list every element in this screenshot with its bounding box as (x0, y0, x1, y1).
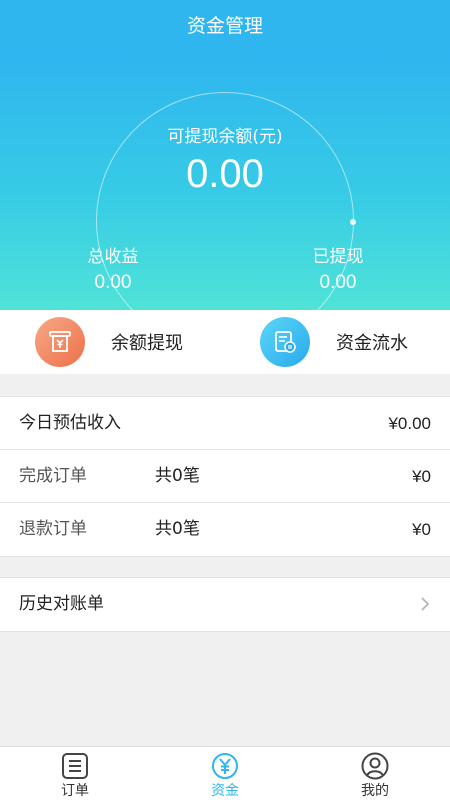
withdraw-icon (35, 317, 85, 367)
list-icon (62, 753, 88, 779)
today-estimate-row: 今日预估收入 ¥0.00 (0, 397, 450, 450)
chevron-right-icon (421, 597, 430, 611)
completed-orders-amount: ¥0 (412, 467, 431, 486)
completed-orders-count: 共0笔 (155, 466, 200, 486)
completed-orders-row: 完成订单 共0笔 ¥0 (0, 450, 450, 503)
tab-funds-label: 资金 (211, 783, 239, 799)
tab-orders-label: 订单 (61, 783, 89, 799)
refund-orders-count: 共0笔 (155, 519, 200, 539)
today-estimate-label: 今日预估收入 (19, 413, 121, 433)
yen-icon (212, 753, 238, 779)
total-income-value: 0.00 (94, 272, 132, 293)
withdrawn-label: 已提现 (312, 247, 364, 267)
tab-funds[interactable]: 资金 (150, 747, 300, 800)
tab-mine-label: 我的 (361, 783, 389, 799)
tab-orders[interactable]: 订单 (0, 747, 150, 800)
withdrawable-balance-label: 可提现余额(元) (167, 127, 283, 147)
total-income-label: 总收益 (87, 247, 139, 267)
today-income-section: 今日预估收入 ¥0.00 完成订单 共0笔 ¥0 退款订单 共0笔 ¥0 (0, 396, 450, 557)
history-statement-label: 历史对账单 (19, 594, 104, 614)
withdraw-label: 余额提现 (111, 333, 183, 354)
cash-flow-label: 资金流水 (336, 333, 408, 354)
today-estimate-value: ¥0.00 (388, 414, 431, 433)
bottom-tab-bar: 订单 资金 我的 (0, 746, 450, 800)
page-title: 资金管理 (0, 0, 450, 52)
user-icon (361, 752, 389, 780)
refund-orders-row: 退款订单 共0笔 ¥0 (0, 503, 450, 556)
history-statement-button[interactable]: 历史对账单 (0, 578, 450, 631)
completed-orders-label: 完成订单 (19, 466, 87, 486)
withdrawn-value: 0.00 (319, 272, 357, 293)
decorative-ring-dot (350, 219, 356, 225)
tab-mine[interactable]: 我的 (300, 747, 450, 800)
refund-orders-amount: ¥0 (412, 520, 431, 539)
balance-panel: 可提现余额(元) 0.00 总收益 0.00 已提现 0.00 (0, 52, 450, 310)
cash-flow-button[interactable]: 资金流水 (260, 310, 408, 374)
cash-flow-icon (260, 317, 310, 367)
refund-orders-label: 退款订单 (19, 519, 87, 539)
withdraw-button[interactable]: 余额提现 (35, 310, 183, 374)
withdrawable-balance-value: 0.00 (186, 152, 264, 196)
history-statement-section: 历史对账单 (0, 577, 450, 632)
quick-actions: 余额提现 资金流水 (0, 310, 450, 374)
